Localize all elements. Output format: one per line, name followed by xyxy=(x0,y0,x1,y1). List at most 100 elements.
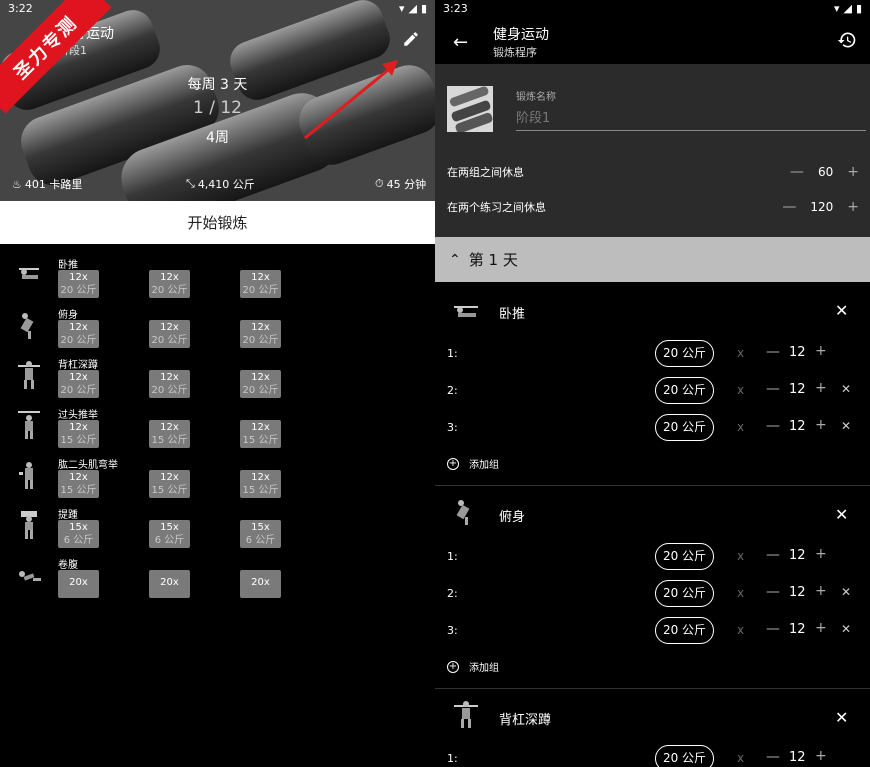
start-workout-button[interactable]: 开始锻炼 xyxy=(0,201,435,244)
exercise-block: 俯身 ✕ 1: 20 公斤 x — 12 + 2: 20 公斤 x — 12 +… xyxy=(435,486,870,688)
day-header[interactable]: ⌃ 第 1 天 xyxy=(435,237,870,282)
decrement-icon[interactable]: — xyxy=(790,164,804,180)
increment-icon[interactable]: + xyxy=(815,583,827,599)
set-weight: 20 公斤 xyxy=(60,385,97,396)
add-circle-icon: + xyxy=(447,660,459,673)
reps-value: 12 xyxy=(789,622,806,637)
reps-value: 12 xyxy=(789,419,806,434)
weight-pill[interactable]: 20 公斤 xyxy=(655,377,714,404)
increment-icon[interactable]: + xyxy=(815,417,827,433)
set-weight: 6 公斤 xyxy=(245,535,276,546)
weight-pill[interactable]: 20 公斤 xyxy=(655,745,714,767)
exercise-item[interactable]: 俯身 12x 20 公斤 12x 20 公斤 12x 20 公斤 xyxy=(0,300,435,350)
exercise-item[interactable]: 提踵 15x 6 公斤 15x 6 公斤 15x 6 公斤 xyxy=(0,500,435,550)
reps-value: 12 xyxy=(789,548,806,563)
history-icon[interactable] xyxy=(837,30,857,50)
set-index: 1: xyxy=(447,347,458,360)
resize-arrows-icon: ⤡ xyxy=(186,177,195,190)
edit-icon[interactable] xyxy=(402,30,420,48)
squat-figure-icon xyxy=(18,361,40,389)
delete-set-icon[interactable]: ✕ xyxy=(841,382,851,396)
exercise-item[interactable]: 卧推 12x 20 公斤 12x 20 公斤 12x 20 公斤 xyxy=(0,250,435,300)
set-weight: 15 公斤 xyxy=(60,485,97,496)
workout-thumbnail-image[interactable] xyxy=(447,86,493,132)
decrement-icon[interactable]: — xyxy=(766,584,780,600)
exercise-item[interactable]: 卷腹 20x 20x 20x xyxy=(0,550,435,600)
set-chip: 12x 20 公斤 xyxy=(58,270,99,298)
increment-icon[interactable]: + xyxy=(815,343,827,359)
set-weight: 15 公斤 xyxy=(60,435,97,446)
duration-stat: ⏱ 45 分钟 xyxy=(375,176,426,192)
delete-set-icon[interactable]: ✕ xyxy=(841,585,851,599)
set-weight: 20 公斤 xyxy=(60,335,97,346)
weight-pill[interactable]: 20 公斤 xyxy=(655,543,714,570)
rest-between-exercises-stepper: — 120 + xyxy=(782,199,859,215)
workout-name-label: 锻炼名称 xyxy=(516,92,556,103)
page-title: 健身运动 xyxy=(493,27,549,43)
set-chip: 20x xyxy=(149,570,190,598)
set-reps: 12x xyxy=(251,372,270,383)
set-reps: 15x xyxy=(160,522,179,533)
decrement-icon[interactable]: — xyxy=(782,199,796,215)
delete-set-icon[interactable]: ✕ xyxy=(841,419,851,433)
decrement-icon[interactable]: — xyxy=(766,418,780,434)
decrement-icon[interactable]: — xyxy=(766,381,780,397)
decrement-icon[interactable]: — xyxy=(766,749,780,765)
decrement-icon[interactable]: — xyxy=(766,547,780,563)
times-symbol: x xyxy=(737,623,745,637)
delete-set-icon[interactable]: ✕ xyxy=(841,622,851,636)
increment-icon[interactable]: + xyxy=(847,199,859,215)
increment-icon[interactable]: + xyxy=(847,164,859,180)
set-chip: 15x 6 公斤 xyxy=(149,520,190,548)
exercise-item[interactable]: 过头推举 12x 15 公斤 12x 15 公斤 12x 15 公斤 xyxy=(0,400,435,450)
set-chip: 12x 15 公斤 xyxy=(240,420,281,448)
set-chip: 12x 20 公斤 xyxy=(149,370,190,398)
workout-name-input[interactable]: 阶段1 xyxy=(516,107,866,131)
bench-press-figure-icon xyxy=(19,268,39,279)
exercise-name: 提踵 xyxy=(58,510,78,521)
add-set-button[interactable]: + 添加组 xyxy=(447,456,499,471)
status-bar: 3:22 ▾ ◢ ▮ xyxy=(0,0,435,16)
decrement-icon[interactable]: — xyxy=(766,344,780,360)
exercise-item[interactable]: 背杠深蹲 12x 20 公斤 12x 20 公斤 12x 20 公斤 xyxy=(0,350,435,400)
increment-icon[interactable]: + xyxy=(815,380,827,396)
increment-icon[interactable]: + xyxy=(815,620,827,636)
volume-stat: ⤡ 4,410 公斤 xyxy=(186,176,255,192)
add-set-button[interactable]: + 添加组 xyxy=(447,659,499,674)
decrement-icon[interactable]: — xyxy=(766,621,780,637)
set-reps: 12x xyxy=(69,472,88,483)
set-reps: 12x xyxy=(251,472,270,483)
set-reps: 15x xyxy=(69,522,88,533)
set-chip: 12x 15 公斤 xyxy=(240,470,281,498)
set-reps: 12x xyxy=(251,322,270,333)
set-row: 1: 20 公斤 x — 12 + xyxy=(435,744,870,767)
add-set-label: 添加组 xyxy=(469,460,499,471)
reps-value: 12 xyxy=(789,585,806,600)
remove-exercise-close-icon[interactable]: ✕ xyxy=(835,505,848,524)
set-chip: 12x 15 公斤 xyxy=(58,420,99,448)
increment-icon[interactable]: + xyxy=(815,748,827,764)
crunch-figure-icon xyxy=(19,571,41,581)
set-reps: 12x xyxy=(251,272,270,283)
set-chip: 12x 15 公斤 xyxy=(149,470,190,498)
set-index: 1: xyxy=(447,550,458,563)
increment-icon[interactable]: + xyxy=(815,546,827,562)
set-weight: 15 公斤 xyxy=(151,485,188,496)
weight-pill[interactable]: 20 公斤 xyxy=(655,580,714,607)
weight-pill[interactable]: 20 公斤 xyxy=(655,414,714,441)
remove-exercise-close-icon[interactable]: ✕ xyxy=(835,708,848,727)
back-arrow-icon[interactable]: ← xyxy=(453,32,468,53)
rest-between-exercises-label: 在两个练习之间休息 xyxy=(447,201,546,214)
rest-between-exercises-row: 在两个练习之间休息 — 120 + xyxy=(447,199,859,215)
weight-pill[interactable]: 20 公斤 xyxy=(655,340,714,367)
squat-figure-icon xyxy=(454,701,478,728)
exercise-name: 肱二头肌弯举 xyxy=(58,460,118,471)
set-weight: 20 公斤 xyxy=(242,335,279,346)
remove-exercise-close-icon[interactable]: ✕ xyxy=(835,301,848,320)
weight-pill[interactable]: 20 公斤 xyxy=(655,617,714,644)
times-symbol: x xyxy=(737,420,745,434)
exercise-item[interactable]: 肱二头肌弯举 12x 15 公斤 12x 15 公斤 12x 15 公斤 xyxy=(0,450,435,500)
exercise-name: 过头推举 xyxy=(58,410,98,421)
set-reps: 12x xyxy=(251,422,270,433)
set-weight: 20 公斤 xyxy=(151,335,188,346)
